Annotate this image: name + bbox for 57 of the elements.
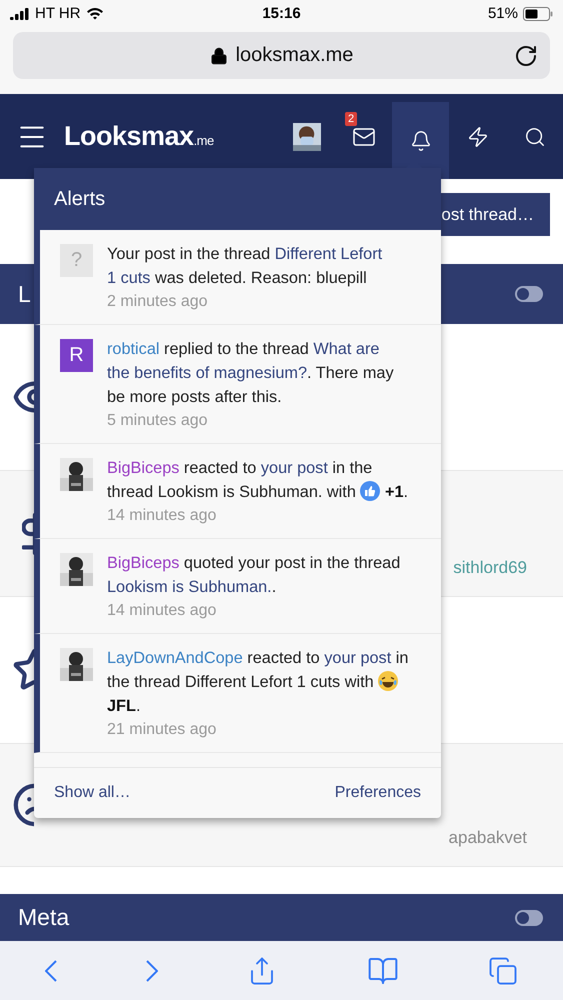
lock-icon xyxy=(210,46,228,65)
letter-avatar[interactable]: R xyxy=(60,339,93,372)
alert-time: 14 minutes ago xyxy=(107,506,218,526)
reload-icon[interactable] xyxy=(514,44,538,68)
carrier-name: HT HR xyxy=(35,5,81,22)
thread-link[interactable]: Different Lefort xyxy=(274,245,382,263)
inbox-button[interactable]: 2 xyxy=(335,94,392,180)
thumbs-up-icon xyxy=(360,481,380,501)
user-link[interactable]: BigBiceps xyxy=(107,554,180,572)
user-link[interactable]: robtical xyxy=(107,340,160,358)
bell-icon xyxy=(410,130,432,152)
battery-icon xyxy=(523,6,553,21)
section-title: Meta xyxy=(18,904,70,932)
alert-item[interactable]: R robtical replied to the thread What are the benefits of magnesium?. There may be more posts after this. 5 minutes ago xyxy=(34,325,441,444)
unread-badge: 2 xyxy=(345,112,358,126)
user-link[interactable]: LayDownAndCope xyxy=(107,649,243,667)
thread-link[interactable]: your post xyxy=(324,649,392,667)
lightning-icon xyxy=(466,126,488,148)
battery-percent: 51% xyxy=(488,5,518,22)
wifi-icon xyxy=(86,7,104,20)
collapse-toggle[interactable] xyxy=(515,286,543,302)
clock: 15:16 xyxy=(262,5,301,22)
alert-item[interactable]: BigBiceps quoted your post in the thread Lookism is Subhuman.. 14 minutes ago xyxy=(34,539,441,634)
alert-item[interactable]: ? Your post in the thread Different Lefort 1 cuts was deleted. Reason: bluepill 2 minutes ago xyxy=(34,230,441,325)
thread-link[interactable]: Lookism is Subhuman. xyxy=(107,578,272,596)
alert-message: robtical replied to the thread What are the benefits of magnesium?. There may be more posts after this. xyxy=(107,339,395,408)
address-bar[interactable]: looksmax.me xyxy=(13,32,550,80)
search-icon xyxy=(524,126,546,148)
preferences-link[interactable]: Preferences xyxy=(334,784,421,802)
alert-time: 14 minutes ago xyxy=(107,601,218,621)
alert-message: LayDownAndCope reacted to your post in the thread Different Lefort 1 cuts with JFL. xyxy=(107,648,410,717)
site-logo[interactable]: Looksmax.me xyxy=(64,121,214,152)
section-title: L xyxy=(18,280,31,308)
tabs-icon xyxy=(488,956,518,986)
alert-item[interactable]: BigBiceps reacted to your post in the thread Lookism is Subhuman. with +1. 14 minutes ago xyxy=(34,444,441,539)
menu-title: Alerts xyxy=(54,188,106,210)
alert-item[interactable]: LayDownAndCope reacted to your post in the thread Different Lefort 1 cuts with JFL. 21 minutes ago xyxy=(34,634,441,753)
user-link[interactable]: BigBiceps xyxy=(107,459,180,477)
alert-time: 5 minutes ago xyxy=(107,411,209,431)
dollar-icon xyxy=(22,510,34,557)
alert-time: 2 minutes ago xyxy=(107,292,209,312)
alert-message: BigBiceps quoted your post in the thread Lookism is Subhuman.. xyxy=(107,553,402,598)
alert-message: Your post in the thread Different Lefort 1 cuts was deleted. Reason: bluepill xyxy=(107,244,384,289)
face-icon xyxy=(12,782,34,828)
thread-link[interactable]: What are xyxy=(313,340,380,358)
signal-icon xyxy=(10,8,30,20)
show-all-link[interactable]: Show all… xyxy=(54,784,130,802)
back-icon xyxy=(44,960,57,982)
collapse-toggle[interactable] xyxy=(515,910,543,926)
alert-message: BigBiceps reacted to your post in the thread Lookism is Subhuman. with +1. xyxy=(107,458,410,503)
thread-link[interactable]: 1 cuts xyxy=(107,269,150,287)
laughing-emoji-icon xyxy=(378,671,398,691)
thread-link[interactable]: the benefits of magnesium? xyxy=(107,364,308,382)
thread-link[interactable]: your post xyxy=(260,459,328,477)
forward-icon xyxy=(146,960,158,982)
alert-time: 21 minutes ago xyxy=(107,720,218,740)
section-header[interactable]: Meta xyxy=(0,894,563,942)
